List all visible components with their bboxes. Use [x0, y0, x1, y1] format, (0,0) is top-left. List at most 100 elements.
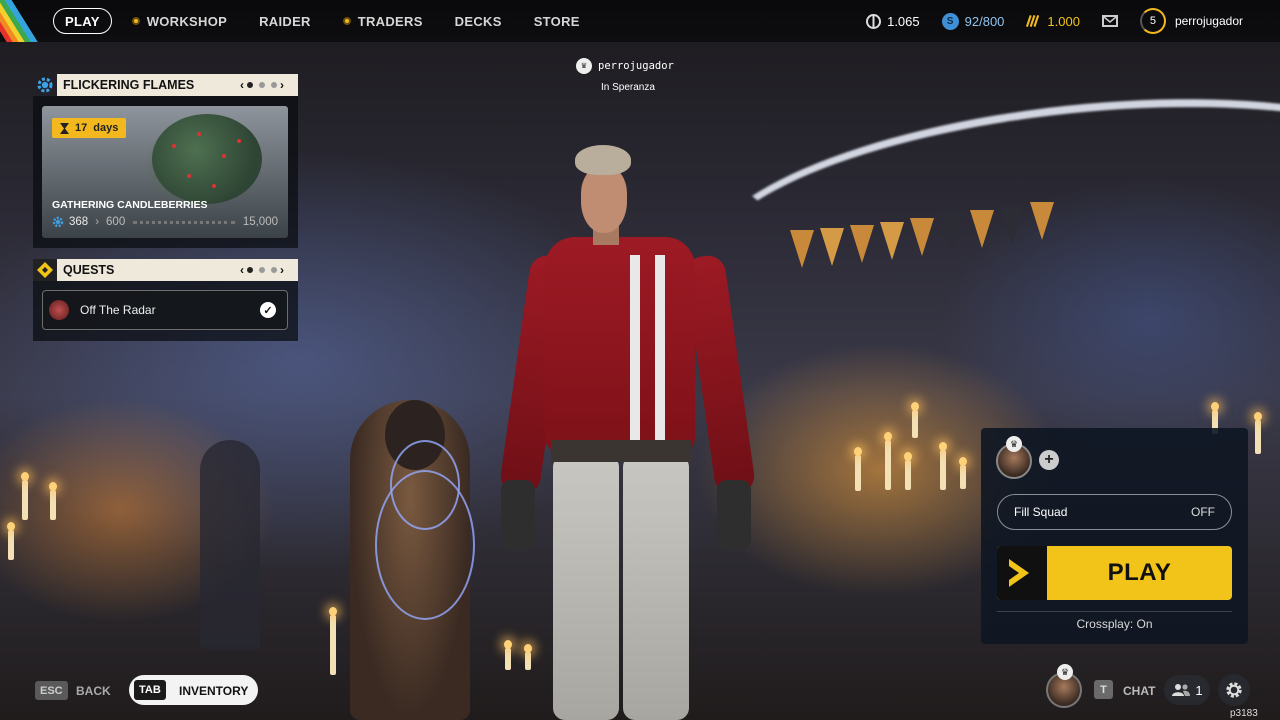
nav-tab-label: RAIDER [259, 13, 311, 29]
event-pager: ‹ › [240, 78, 284, 92]
credits-balance[interactable]: 1.000 [1026, 14, 1080, 29]
candleberry-bush-image [152, 114, 262, 204]
chevron-left-icon[interactable]: ‹ [240, 263, 244, 277]
player-level-ring[interactable]: 5 [1139, 8, 1166, 34]
coin-icon [866, 13, 882, 29]
credits-amount: 1.000 [1047, 13, 1080, 29]
rainbow-stripe-logo [0, 0, 42, 42]
event-card[interactable]: 17 days GATHERING CANDLEBERRIES 368 › 60… [42, 106, 288, 238]
coin-balance[interactable]: 1.065 [866, 13, 920, 29]
chevron-left-icon[interactable]: ‹ [240, 78, 244, 92]
seed-amount: 92/800 [964, 13, 1005, 29]
nav-tab-decks[interactable]: DECKS [455, 8, 502, 34]
main-nav: PLAY WORKSHOP RAIDER TRADERS DECKS STORE [53, 8, 612, 34]
timer-unit: days [93, 122, 119, 134]
currency-bar: 1.065 S 92/800 1.000 5 perrojugador [866, 0, 1280, 42]
fill-squad-value: OFF [1191, 505, 1215, 519]
chevron-right-icon[interactable]: › [280, 78, 284, 92]
friends-button[interactable]: 1 [1164, 675, 1210, 705]
esc-key-hint: ESC [35, 681, 68, 700]
seed-icon: S [941, 12, 959, 30]
divider [997, 611, 1232, 612]
gear-icon [1226, 682, 1242, 698]
play-button[interactable]: PLAY [997, 546, 1232, 600]
notification-dot-icon [342, 17, 351, 25]
t-key-hint: T [1094, 680, 1113, 699]
quests-panel-header: QUESTS ‹ › [33, 259, 298, 281]
build-version: p3183 [1230, 708, 1258, 719]
quest-item[interactable]: Off The Radar ✓ [42, 290, 288, 330]
settings-button[interactable] [1218, 674, 1250, 706]
top-navigation-bar: PLAY WORKSHOP RAIDER TRADERS DECKS STORE… [0, 0, 1280, 42]
quest-giver-avatar [49, 300, 69, 320]
crossplay-status: Crossplay: On [1076, 617, 1153, 631]
inventory-label: INVENTORY [179, 684, 249, 698]
pager-dot [247, 267, 253, 273]
bottom-bar: ESC BACK TAB INVENTORY ♛ T CHAT 1 p3183 [0, 664, 1280, 720]
timer-value: 17 [75, 122, 88, 134]
nav-tab-play[interactable]: PLAY [53, 8, 112, 34]
crown-icon: ♛ [1057, 664, 1073, 680]
progress-next: 600 [106, 216, 126, 228]
progress-current: 368 [69, 216, 89, 228]
add-squad-member-button[interactable]: + [1039, 450, 1059, 470]
player-tag-name: perrojugador [598, 60, 674, 72]
bunting-flags [790, 200, 1070, 280]
seed-balance[interactable]: S 92/800 [941, 12, 1005, 30]
friends-count: 1 [1195, 682, 1203, 698]
fill-squad-toggle[interactable]: Fill Squad OFF [997, 494, 1232, 530]
pager-dot [247, 82, 253, 88]
profile-username[interactable]: perrojugador [1175, 14, 1243, 28]
event-title: FLICKERING FLAMES [63, 78, 195, 92]
play-arrow-icon [997, 546, 1047, 600]
nav-tab-label: WORKSHOP [146, 13, 228, 29]
notification-dot-icon [131, 17, 140, 25]
quest-label: Off The Radar [80, 303, 156, 317]
quests-panel: Off The Radar ✓ [33, 281, 298, 341]
event-timer-badge: 17 days [52, 118, 127, 138]
player-location: In Speranza [601, 82, 655, 93]
fill-squad-label: Fill Squad [1014, 505, 1068, 519]
nav-tab-label: STORE [533, 13, 580, 29]
chevron-right-icon[interactable]: › [280, 263, 284, 277]
background-figure [200, 440, 260, 650]
progress-max: 15,000 [242, 216, 278, 228]
nav-tab-workshop[interactable]: WORKSHOP [131, 8, 228, 34]
play-button-label: PLAY [1107, 559, 1172, 586]
player-nametag: ♛ perrojugador [576, 58, 674, 74]
mail-icon[interactable] [1101, 15, 1118, 27]
pager-dot [259, 267, 265, 273]
crown-icon: ♛ [1006, 436, 1022, 452]
quests-title: QUESTS [63, 263, 115, 277]
glowing-wire [375, 470, 475, 620]
gear-icon [33, 74, 57, 96]
coin-amount: 1.065 [887, 13, 920, 29]
event-name: GATHERING CANDLEBERRIES [52, 199, 208, 211]
pager-dot [259, 82, 265, 88]
credits-icon [1026, 14, 1041, 29]
chat-button[interactable]: CHAT [1123, 684, 1155, 698]
hourglass-icon [60, 122, 69, 134]
nav-tab-label: PLAY [65, 13, 100, 29]
crown-icon: ♛ [576, 58, 592, 74]
squad-panel: ♛ + Fill Squad OFF PLAY Crossplay: On [981, 428, 1248, 644]
event-panel-header: FLICKERING FLAMES ‹ › [33, 74, 298, 96]
pager-dot [271, 82, 277, 88]
nav-tab-store[interactable]: STORE [534, 8, 580, 34]
quests-pager: ‹ › [240, 263, 284, 277]
friends-icon [1172, 684, 1191, 696]
back-button[interactable]: BACK [76, 684, 111, 698]
gear-icon [52, 216, 64, 228]
nav-tab-label: DECKS [454, 13, 502, 29]
nav-tab-label: TRADERS [357, 13, 423, 29]
event-progress: 368 › 600 15,000 [52, 216, 278, 228]
player-level: 5 [1149, 15, 1157, 27]
nav-tab-traders[interactable]: TRADERS [342, 8, 423, 34]
nav-tab-raider[interactable]: RAIDER [259, 8, 311, 34]
diamond-quest-icon [33, 259, 57, 281]
raider-character [495, 145, 765, 720]
chevron-right-icon: › [95, 216, 100, 228]
tab-key-hint: TAB [134, 680, 166, 700]
progress-track [133, 220, 235, 224]
pager-dot [271, 267, 277, 273]
